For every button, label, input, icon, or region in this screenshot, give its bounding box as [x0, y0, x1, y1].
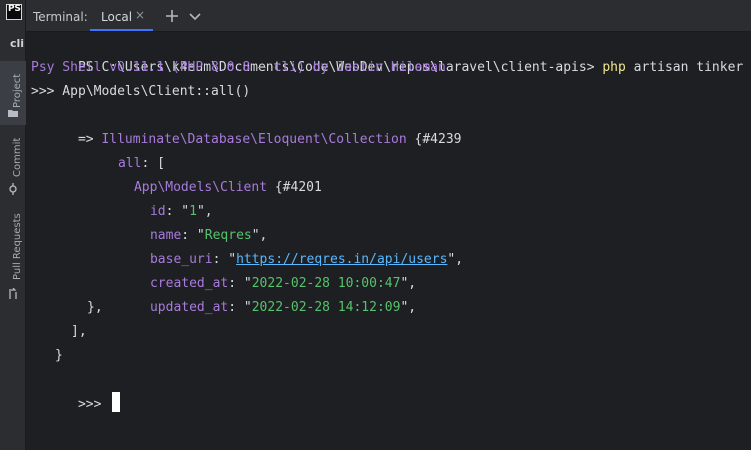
prompt-symbol: >>> — [77, 397, 110, 412]
terminal-title: Terminal: — [33, 10, 88, 24]
collection-close-line: } — [55, 348, 63, 363]
sidebar-item-commit[interactable]: Commit — [0, 132, 26, 196]
tab-label: Local — [101, 10, 133, 24]
command-name: php — [602, 60, 626, 75]
commit-icon — [9, 183, 17, 195]
shell-version-line: Psy Shell v0.11.1 (PHP 8.0.8 — cli) by J… — [31, 60, 446, 75]
client-id: {#4201 — [267, 180, 322, 195]
sidebar-item-label: Commit — [12, 137, 23, 177]
active-prompt-line[interactable]: >>> — [31, 368, 121, 441]
phpstorm-logo: PS — [6, 4, 22, 20]
field-sep: : " — [228, 300, 252, 315]
logo-text: PS — [8, 4, 21, 14]
command-args: artisan tinker — [625, 60, 744, 75]
tab-local[interactable]: Local × — [90, 0, 153, 31]
chevron-down-icon[interactable] — [187, 8, 203, 24]
terminal-toolbar: Terminal: Local × — [26, 0, 751, 32]
terminal-output[interactable]: PS C:\Users\k4eum\Documents\Code\WebDev\… — [26, 32, 751, 450]
sidebar-item-project[interactable]: Project — [0, 61, 26, 125]
folder-icon — [8, 110, 18, 117]
project-name-fragment: cli — [10, 37, 25, 50]
terminal-window: PS cli Project Commit Pull Requests Term… — [0, 0, 751, 450]
field-end: ", — [400, 300, 417, 315]
field-key: updated_at — [149, 300, 229, 315]
close-icon[interactable]: × — [135, 9, 145, 21]
left-tool-strip: PS cli Project Commit Pull Requests — [0, 0, 26, 450]
add-icon[interactable] — [164, 8, 180, 24]
client-close-line: }, — [87, 300, 103, 315]
sidebar-item-pull-requests[interactable]: Pull Requests — [0, 212, 26, 304]
pull-request-icon — [9, 288, 17, 299]
sidebar-item-label: Pull Requests — [12, 213, 23, 280]
terminal-cursor — [112, 392, 121, 412]
sidebar-item-label: Project — [12, 73, 23, 108]
tinker-input-line: >>> App\Models\Client::all() — [31, 84, 251, 99]
field-value: 2022-02-28 14:12:09 — [251, 300, 401, 315]
field-updated-at: updated_at: "2022-02-28 14:12:09", — [103, 272, 416, 344]
collection-id: {#4239 — [406, 132, 462, 147]
array-close-line: ], — [71, 324, 87, 339]
field-end: ", — [447, 252, 464, 267]
